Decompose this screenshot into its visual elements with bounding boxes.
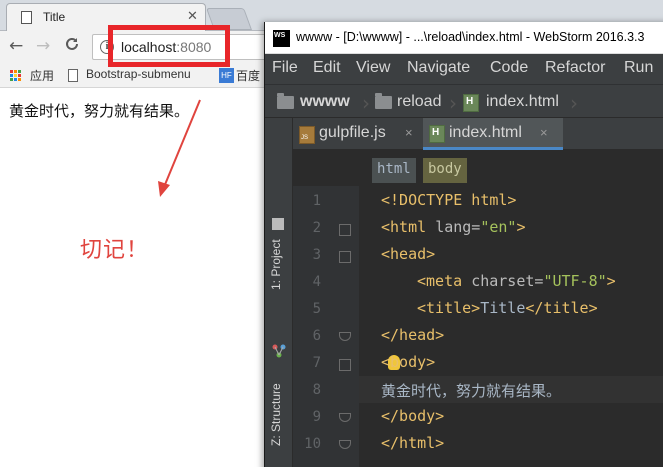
line-number: 2 <box>312 220 321 236</box>
close-icon[interactable]: × <box>405 125 413 140</box>
annotation-text: 切记！ <box>80 238 150 263</box>
back-button[interactable]: ← <box>9 36 23 56</box>
menu-file[interactable]: File <box>272 59 298 77</box>
line-number: 3 <box>312 247 321 263</box>
chevron-right-icon: › <box>570 91 578 115</box>
page-icon <box>21 11 32 24</box>
fold-marker-icon[interactable] <box>339 440 351 449</box>
webstorm-window: WS wwww - [D:\wwww] - ...\reload\index.h… <box>264 22 663 467</box>
close-icon[interactable]: × <box>540 125 548 140</box>
fold-marker-icon[interactable] <box>339 359 351 371</box>
nav-file[interactable]: index.html <box>486 93 559 111</box>
line-number: 1 <box>312 193 321 209</box>
breadcrumb-body[interactable]: body <box>423 158 467 183</box>
close-icon[interactable]: ✕ <box>187 9 198 24</box>
page-icon <box>68 69 78 82</box>
line-number: 9 <box>312 409 321 425</box>
tab-index-html[interactable]: index.html × <box>423 118 563 150</box>
fold-marker-icon[interactable] <box>339 224 351 236</box>
html-file-icon <box>463 94 479 112</box>
menu-run[interactable]: Run <box>624 59 653 77</box>
editor-tabs: gulpfile.js × index.html × <box>293 118 663 150</box>
code-line-1: <!DOCTYPE html> <box>381 191 517 209</box>
annotation-arrow <box>158 99 201 197</box>
folder-icon <box>277 93 294 109</box>
bookmark-baidu[interactable]: 百度 <box>236 67 260 84</box>
window-title: wwww - [D:\wwww] - ...\reload\index.html… <box>296 30 645 44</box>
line-number: 10 <box>304 436 321 452</box>
menu-navigate[interactable]: Navigate <box>407 59 470 77</box>
line-gutter: 1 2 3 4 5 6 7 8 9 10 <box>293 186 359 467</box>
url-highlight-box <box>108 25 230 67</box>
forward-button[interactable]: → <box>36 36 50 56</box>
code-line-3: <head> <box>381 245 436 263</box>
line-number: 5 <box>312 301 321 317</box>
code-line-9: </body> <box>381 407 445 425</box>
code-line-7: <body> <box>381 353 436 371</box>
breadcrumb-html[interactable]: html <box>372 158 416 183</box>
html-file-icon <box>429 125 445 143</box>
fold-marker-icon[interactable] <box>339 332 351 341</box>
structure-icon <box>272 344 286 358</box>
line-number: 8 <box>312 382 321 398</box>
window-titlebar: WS wwww - [D:\wwww] - ...\reload\index.h… <box>265 22 663 54</box>
code-line-2: <html lang="en"> <box>381 218 526 236</box>
tag-breadcrumb: html body <box>293 150 663 186</box>
menu-code[interactable]: Code <box>490 59 528 77</box>
code-editor[interactable]: <!DOCTYPE html> <html lang="en"> <head> … <box>359 186 663 467</box>
baidu-icon: HF <box>219 68 234 83</box>
reload-button[interactable] <box>64 36 80 56</box>
menu-edit[interactable]: Edit <box>313 59 341 77</box>
nav-project[interactable]: wwww <box>300 93 350 111</box>
apps-grid-icon <box>10 70 22 82</box>
webstorm-logo: WS <box>273 30 290 47</box>
line-number: 7 <box>312 355 321 371</box>
chevron-right-icon: › <box>362 91 370 115</box>
menu-view[interactable]: View <box>356 59 390 77</box>
code-line-6: </head> <box>381 326 445 344</box>
bookmark-apps[interactable]: 应用 <box>30 67 54 84</box>
navigation-bar: wwww › reload › index.html › <box>265 84 663 118</box>
nav-folder[interactable]: reload <box>397 93 441 111</box>
folder-icon <box>375 93 392 109</box>
project-icon <box>272 218 284 230</box>
fold-marker-icon[interactable] <box>339 251 351 263</box>
tab-label: Title <box>43 10 66 24</box>
code-line-4: <meta charset="UTF-8"> <box>417 272 616 290</box>
reload-icon <box>66 37 78 50</box>
tool-window-strip: 1: Project Z: Structure <box>265 118 293 467</box>
code-line-10: </html> <box>381 434 445 452</box>
code-line-5: <title>Title</title> <box>417 299 598 317</box>
menu-bar: File Edit View Navigate Code Refactor Ru… <box>265 54 663 84</box>
js-file-icon <box>299 126 315 144</box>
chevron-right-icon: › <box>449 91 457 115</box>
line-number: 6 <box>312 328 321 344</box>
bookmark-bootstrap-submenu[interactable]: Bootstrap-submenu <box>86 67 191 81</box>
structure-tool-button[interactable]: Z: Structure <box>269 383 283 446</box>
tab-label: index.html <box>449 124 522 141</box>
line-number: 4 <box>312 274 321 290</box>
tab-label: gulpfile.js <box>319 124 386 141</box>
code-line-8: 黄金时代，努力就有结果。 <box>381 382 562 400</box>
fold-marker-icon[interactable] <box>339 413 351 422</box>
project-tool-button[interactable]: 1: Project <box>269 239 283 290</box>
menu-refactor[interactable]: Refactor <box>545 59 605 77</box>
tab-gulpfile[interactable]: gulpfile.js × <box>293 118 423 150</box>
